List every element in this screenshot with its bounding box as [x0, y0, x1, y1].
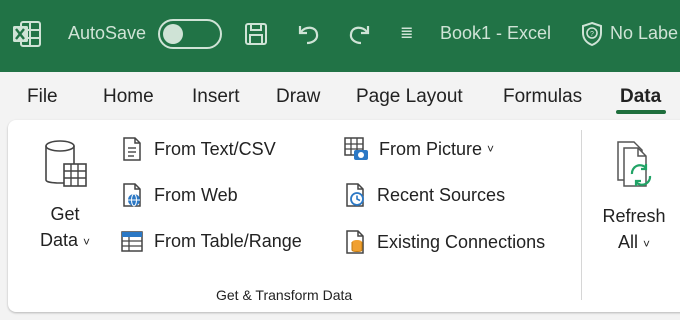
ribbon-tabs: File Home Insert Draw Page Layout Formul…: [0, 72, 680, 120]
get-data-label-line2: Data: [39, 230, 78, 250]
tab-insert[interactable]: Insert: [192, 86, 240, 108]
recent-sources-button[interactable]: Recent Sources: [343, 182, 505, 208]
svg-text:?: ?: [590, 31, 594, 38]
document-title: Book1 - Excel: [440, 23, 552, 43]
sensitivity-shield-icon[interactable]: ?: [580, 21, 604, 47]
picture-table-icon: [344, 137, 368, 160]
tab-file[interactable]: File: [27, 86, 58, 108]
recent-sources-label: Recent Sources: [377, 184, 506, 205]
from-text-csv-button[interactable]: From Text/CSV: [120, 136, 276, 162]
autosave-toggle[interactable]: [158, 19, 222, 49]
from-table-range-label: From Table/Range: [154, 230, 302, 251]
save-icon[interactable]: [244, 22, 268, 46]
connection-file-icon: [346, 230, 364, 254]
refresh-all-button[interactable]: Refresh All ˅: [598, 140, 670, 253]
active-tab-indicator: [616, 110, 666, 114]
autosave-label: AutoSave: [68, 23, 147, 43]
tab-page-layout[interactable]: Page Layout: [356, 86, 463, 108]
tab-data[interactable]: Data: [620, 86, 661, 108]
text-file-icon: [123, 137, 141, 161]
web-file-icon: [123, 183, 141, 207]
chevron-down-icon: ˅: [487, 142, 495, 156]
table-icon: [121, 231, 143, 252]
from-table-range-button[interactable]: From Table/Range: [120, 229, 302, 253]
from-web-button[interactable]: From Web: [120, 182, 238, 208]
toggle-knob: [163, 24, 183, 44]
existing-connections-label: Existing Connections: [377, 231, 546, 252]
excel-logo-icon: [13, 21, 41, 47]
sensitivity-label[interactable]: No Labe: [610, 23, 678, 44]
tab-home[interactable]: Home: [103, 86, 154, 108]
database-icon: [45, 140, 87, 187]
refresh-icon: [617, 141, 652, 187]
chevron-down-icon: ˅: [83, 235, 91, 249]
customize-qat-icon[interactable]: ≣: [400, 23, 413, 43]
redo-icon[interactable]: [346, 22, 372, 46]
existing-connections-button[interactable]: Existing Connections: [343, 229, 545, 255]
refresh-label-line2: All: [617, 232, 638, 252]
from-picture-label: From Picture: [379, 138, 483, 159]
undo-icon[interactable]: [296, 22, 322, 46]
tab-formulas[interactable]: Formulas: [503, 86, 582, 108]
from-text-csv-label: From Text/CSV: [154, 138, 276, 159]
refresh-label-line1: Refresh: [602, 206, 666, 226]
from-picture-button[interactable]: From Picture ˅: [343, 136, 494, 162]
chevron-down-icon: ˅: [643, 237, 651, 251]
get-data-label-line1: Get: [50, 204, 80, 224]
title-bar: AutoSave ≣ Book1 - Excel ? No Labe: [0, 0, 680, 72]
group-label-get-transform: Get & Transform Data: [216, 287, 353, 303]
from-web-label: From Web: [154, 184, 238, 205]
group-separator: [581, 130, 582, 300]
tab-draw[interactable]: Draw: [276, 86, 320, 108]
recent-file-icon: [346, 183, 364, 207]
get-data-button[interactable]: Get Data ˅: [30, 138, 100, 251]
